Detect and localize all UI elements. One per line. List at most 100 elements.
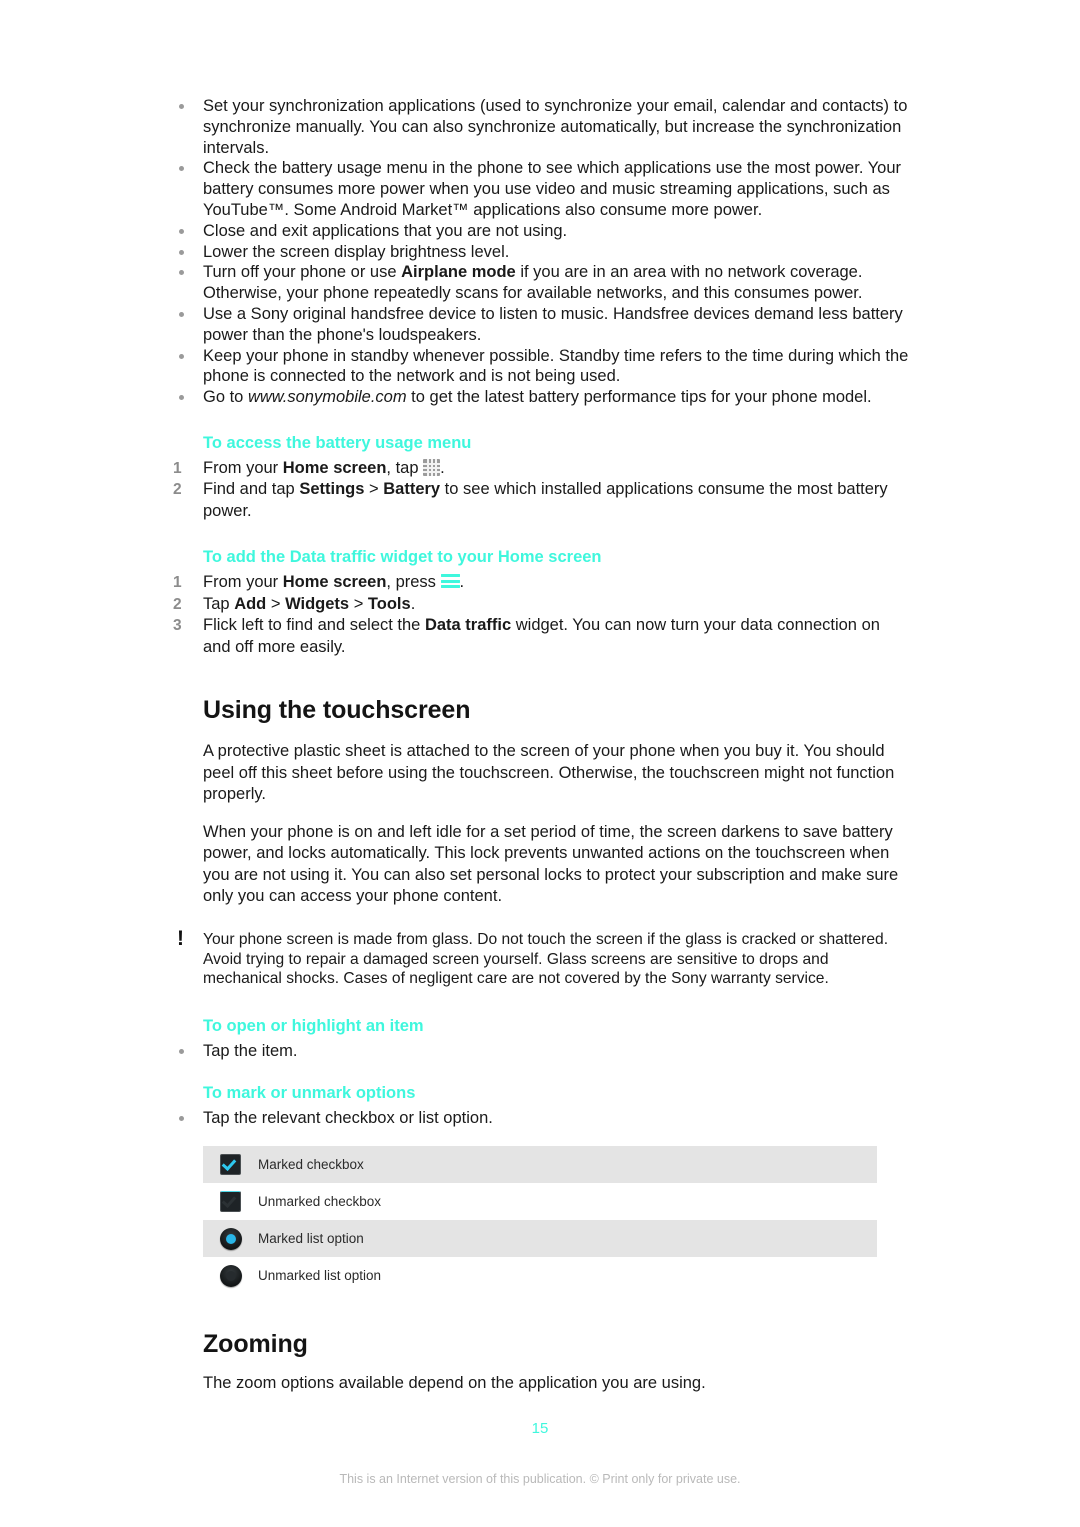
settings-term: Settings: [299, 480, 365, 499]
text-pre: Tap: [203, 594, 235, 613]
marked-radio-icon[interactable]: [203, 1227, 258, 1250]
list-item: Lower the screen display brightness leve…: [170, 242, 910, 263]
table-row: Unmarked list option: [203, 1257, 877, 1294]
list-item-airplane-mode: Turn off your phone or use Airplane mode…: [170, 262, 910, 304]
page-content: Set your synchronization applications (u…: [170, 96, 910, 1395]
home-screen-term: Home screen: [282, 458, 387, 477]
list-item-text: Lower the screen display brightness leve…: [203, 242, 510, 261]
bullet-icon: [179, 1115, 184, 1121]
bullet-icon: [179, 1048, 184, 1054]
bullet-icon: [179, 311, 184, 317]
marked-checkbox-icon[interactable]: [203, 1154, 258, 1176]
list-item: Use a Sony original handsfree device to …: [170, 304, 910, 346]
list-item: Tap the item.: [170, 1041, 910, 1062]
text-post: .: [410, 594, 416, 613]
bullet-icon: [179, 228, 184, 234]
heading-zooming: Zooming: [203, 1330, 308, 1359]
document-page: Set your synchronization applications (u…: [0, 0, 1080, 1527]
table-row: Unmarked checkbox: [203, 1183, 877, 1220]
bullet-icon: [179, 395, 184, 401]
zooming-paragraph: The zoom options available depend on the…: [203, 1374, 706, 1393]
list-item: Check the battery usage menu in the phon…: [170, 158, 910, 220]
text-mid: , press: [386, 573, 441, 592]
list-item-sonymobile-url: Go to www.sonymobile.com to get the late…: [170, 387, 910, 408]
heading-data-traffic-widget: To add the Data traffic widget to your H…: [203, 548, 602, 567]
open-highlight-list: Tap the item.: [170, 1041, 910, 1062]
table-cell-label: Marked list option: [258, 1230, 364, 1246]
step-number: 2: [173, 481, 182, 499]
bullet-icon: [179, 249, 184, 255]
step-item: 2 Tap Add > Widgets > Tools.: [170, 594, 910, 616]
text-pre: Turn off your phone or use: [203, 263, 402, 282]
step-item: 1 From your Home screen, tap .: [170, 458, 910, 480]
table-cell-label: Marked checkbox: [258, 1156, 364, 1172]
list-item-text: Set your synchronization applications (u…: [203, 97, 908, 157]
list-item-text: Use a Sony original handsfree device to …: [203, 304, 903, 344]
text-post: .: [459, 573, 465, 592]
text-post: .: [440, 458, 445, 477]
list-item-text: Keep your phone in standby whenever poss…: [203, 346, 909, 386]
mark-unmark-list: Tap the relevant checkbox or list option…: [170, 1108, 910, 1129]
home-screen-term: Home screen: [282, 573, 387, 592]
sonymobile-url[interactable]: www.sonymobile.com: [248, 388, 407, 406]
table-cell-label: Unmarked list option: [258, 1267, 382, 1283]
step-item: 3 Flick left to find and select the Data…: [170, 615, 910, 658]
text-mid: , tap: [386, 458, 424, 477]
text-pre: Go to: [203, 388, 248, 407]
separator: >: [266, 594, 286, 613]
steps-data-traffic-widget: 1 From your Home screen, press . 2 Tap A…: [170, 572, 910, 658]
airplane-mode-term: Airplane mode: [401, 263, 516, 282]
footer-note: This is an Internet version of this publ…: [339, 1472, 741, 1486]
step-item: 2 Find and tap Settings > Battery to see…: [170, 479, 910, 522]
text-pre: From your: [203, 573, 283, 592]
battery-term: Battery: [383, 480, 441, 499]
steps-battery-usage-menu: 1 From your Home screen, tap . 2 Find an…: [170, 458, 910, 523]
list-item-text: Close and exit applications that you are…: [203, 221, 568, 240]
heading-battery-usage-menu: To access the battery usage menu: [203, 433, 472, 452]
text-pre: Find and tap: [203, 480, 300, 499]
warning-note: ! Your phone screen is made from glass. …: [170, 926, 910, 989]
options-legend-table: Marked checkbox Unmarked checkbox Marked…: [170, 1146, 877, 1294]
battery-tips-list: Set your synchronization applications (u…: [170, 96, 910, 408]
page-number: 15: [531, 1420, 549, 1437]
widgets-term: Widgets: [285, 594, 350, 613]
tools-term: Tools: [367, 594, 411, 613]
unmarked-radio-icon[interactable]: [203, 1264, 258, 1287]
touchscreen-paragraph-1: A protective plastic sheet is attached t…: [203, 742, 895, 804]
step-number: 3: [173, 617, 182, 635]
menu-icon[interactable]: [440, 574, 460, 590]
step-number: 1: [173, 459, 182, 477]
touchscreen-paragraph-2: When your phone is on and left idle for …: [203, 822, 899, 906]
list-item: Close and exit applications that you are…: [170, 221, 910, 242]
heading-open-or-highlight: To open or highlight an item: [203, 1016, 424, 1035]
list-item: Tap the relevant checkbox or list option…: [170, 1108, 910, 1129]
bullet-icon: [179, 353, 184, 359]
text-pre: From your: [203, 458, 283, 477]
bullet-icon: [179, 270, 184, 276]
text-post: to get the latest battery performance ti…: [406, 388, 872, 407]
table-row: Marked checkbox: [203, 1146, 877, 1184]
app-grid-icon[interactable]: [423, 458, 441, 476]
table-cell-label: Unmarked checkbox: [258, 1193, 382, 1209]
list-item: Keep your phone in standby whenever poss…: [170, 346, 910, 388]
text-pre: Flick left to find and select the: [203, 616, 425, 635]
list-item-text: Tap the relevant checkbox or list option…: [203, 1108, 493, 1127]
unmarked-checkbox-icon[interactable]: [203, 1191, 258, 1213]
table-row: Marked list option: [203, 1220, 877, 1258]
separator: >: [349, 594, 368, 613]
step-item: 1 From your Home screen, press .: [170, 572, 910, 594]
list-item: Set your synchronization applications (u…: [170, 96, 910, 158]
bullet-icon: [179, 166, 184, 172]
separator: >: [364, 480, 384, 499]
warning-text: Your phone screen is made from glass. Do…: [203, 930, 889, 988]
exclamation-icon: !: [177, 926, 184, 950]
list-item-text: Tap the item.: [203, 1041, 298, 1060]
list-item-text: Check the battery usage menu in the phon…: [203, 159, 902, 219]
heading-using-the-touchscreen: Using the touchscreen: [203, 696, 471, 725]
heading-mark-or-unmark: To mark or unmark options: [203, 1083, 416, 1102]
add-term: Add: [234, 594, 267, 613]
step-number: 2: [173, 595, 182, 613]
data-traffic-term: Data traffic: [424, 616, 512, 635]
bullet-icon: [179, 104, 184, 109]
step-number: 1: [173, 574, 182, 592]
